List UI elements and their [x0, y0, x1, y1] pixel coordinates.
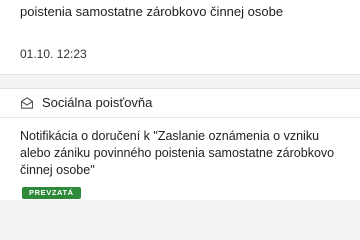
envelope-icon [20, 96, 34, 110]
divider [0, 117, 360, 118]
notification-message: Notifikácia o doručení k "Zaslanie oznám… [20, 129, 335, 177]
notification-card[interactable]: Sociálna poisťovňa Notifikácia o doručen… [0, 88, 360, 200]
notification-card-previous[interactable]: poistenia samostatne zárobkovo činnej os… [0, 0, 360, 75]
status-badge: PREVZATÁ [22, 187, 81, 199]
notification-body: poistenia samostatne zárobkovo činnej os… [20, 4, 284, 19]
sender-row: Sociálna poisťovňa [20, 94, 152, 112]
sender-name: Sociálna poisťovňa [42, 95, 153, 110]
notification-timestamp: 01.10. 12:23 [20, 47, 87, 61]
